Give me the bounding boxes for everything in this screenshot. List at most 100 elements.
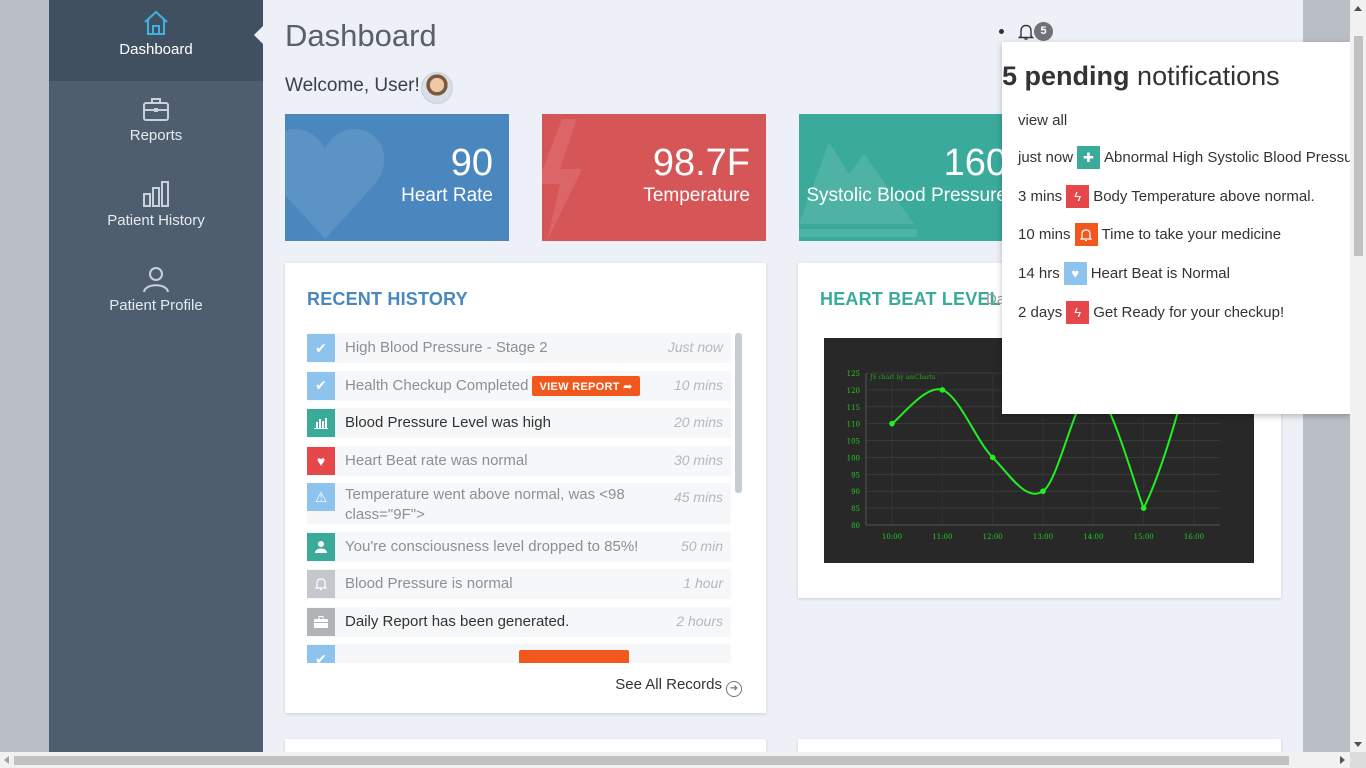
data-point bbox=[939, 387, 946, 393]
sidebar-item-reports[interactable]: Reports bbox=[49, 95, 263, 165]
y-tick-label: 95 bbox=[851, 471, 860, 479]
y-tick-label: 120 bbox=[847, 387, 860, 395]
notification-text: Heart Beat is Normal bbox=[1090, 265, 1230, 282]
x-tick-label: 13:00 bbox=[1033, 533, 1053, 541]
notifications-heading-bold: pending bbox=[1024, 61, 1130, 91]
history-list[interactable]: ✔ High Blood Pressure - Stage 2 Just now… bbox=[307, 333, 731, 663]
notification-item[interactable]: 3 mins ϟ Body Temperature above normal. bbox=[1018, 185, 1315, 208]
y-tick-label: 100 bbox=[847, 454, 860, 462]
bolt-icon bbox=[542, 119, 582, 241]
heart-beat-title: HEART BEAT LEVEL bbox=[820, 289, 1001, 309]
share-icon: ➦ bbox=[623, 380, 633, 393]
notification-time: 2 days bbox=[1018, 304, 1063, 321]
bolt-icon: ϟ bbox=[1066, 301, 1090, 324]
view-all-link[interactable]: view all bbox=[1018, 112, 1067, 129]
notification-count-badge: 5 bbox=[1034, 22, 1053, 41]
history-time: 50 min bbox=[680, 537, 723, 554]
history-time: 20 mins bbox=[673, 414, 723, 430]
notifications-heading-rest: notifications bbox=[1137, 61, 1280, 91]
systolic-bp-tile[interactable]: 160 Systolic Blood Pressure bbox=[799, 114, 1023, 241]
x-tick-label: 14:00 bbox=[1083, 533, 1103, 541]
view-report-label: VIEW REPORT bbox=[539, 380, 620, 393]
recent-history-card: RECENT HISTORY ✔ High Blood Pressure - S… bbox=[285, 263, 766, 713]
page-title: Dashboard bbox=[285, 18, 437, 53]
scrollbar-corner bbox=[1350, 752, 1366, 768]
sidebar-item-patient-profile[interactable]: Patient Profile bbox=[49, 265, 263, 335]
notification-item[interactable]: 10 mins Time to take your medicine bbox=[1018, 223, 1281, 246]
mountain-icon bbox=[799, 142, 917, 237]
history-time: 2 hours bbox=[676, 612, 723, 629]
history-text: High Blood Pressure - Stage 2 bbox=[345, 339, 548, 356]
bar-chart-icon bbox=[307, 409, 335, 437]
heart-rate-tile[interactable]: 90 Heart Rate bbox=[285, 114, 509, 241]
bottom-card-left bbox=[285, 739, 766, 752]
briefcase-icon bbox=[143, 98, 169, 121]
home-icon bbox=[144, 10, 168, 35]
horizontal-scrollbar[interactable] bbox=[0, 752, 1350, 768]
sidebar-item-dashboard[interactable]: Dashboard bbox=[49, 0, 263, 81]
list-item[interactable]: Daily Report has been generated. 2 hours bbox=[307, 606, 731, 637]
data-point bbox=[889, 420, 895, 427]
history-time: 10 mins bbox=[673, 376, 723, 393]
sidebar-item-label: Patient Profile bbox=[109, 297, 203, 314]
arrow-right-icon: ➜ bbox=[726, 681, 742, 697]
notification-text: Time to take your medicine bbox=[1101, 226, 1282, 243]
list-item[interactable]: ✔ bbox=[307, 644, 731, 663]
list-item[interactable]: Blood Pressure is normal 1 hour bbox=[307, 569, 731, 599]
bell-icon bbox=[1074, 223, 1098, 246]
bell-icon bbox=[1018, 24, 1034, 40]
avatar[interactable] bbox=[421, 72, 453, 104]
notification-text: Get Ready for your checkup! bbox=[1093, 304, 1285, 321]
scroll-right-icon[interactable] bbox=[1340, 756, 1345, 764]
notifications-heading: 5 pending notifications bbox=[1002, 61, 1280, 92]
welcome-text: Welcome, User! bbox=[285, 75, 420, 96]
view-report-button[interactable] bbox=[519, 649, 629, 663]
notification-item[interactable]: just now ✚ Abnormal High Systolic Blood … bbox=[1018, 146, 1351, 169]
x-tick-label: 15:00 bbox=[1134, 533, 1154, 541]
heart-icon: ♥ bbox=[1063, 262, 1087, 285]
scroll-left-icon[interactable] bbox=[4, 756, 9, 764]
list-item[interactable]: Blood Pressure Level was high 20 mins bbox=[307, 408, 731, 438]
user-icon bbox=[307, 532, 335, 561]
list-item[interactable]: ✔ High Blood Pressure - Stage 2 Just now bbox=[307, 333, 731, 363]
history-text: Daily Report has been generated. bbox=[345, 612, 570, 630]
x-tick-label: 10:00 bbox=[882, 533, 902, 541]
sidebar-item-label: Dashboard bbox=[119, 41, 193, 58]
plus-icon: ✚ bbox=[1077, 146, 1101, 169]
notification-bell[interactable]: 5 bbox=[999, 22, 1053, 41]
list-bullet bbox=[999, 29, 1004, 34]
heart-icon bbox=[285, 129, 385, 239]
scrollbar-thumb[interactable] bbox=[1354, 36, 1363, 256]
see-all-label: See All Records bbox=[615, 676, 722, 693]
view-report-button[interactable]: VIEW REPORT ➦ bbox=[532, 375, 640, 396]
notification-time: just now bbox=[1018, 149, 1074, 166]
history-time: 30 mins bbox=[673, 451, 723, 468]
history-text: Heart Beat rate was normal bbox=[345, 451, 528, 469]
y-tick-label: 105 bbox=[847, 438, 860, 446]
notifications-count: 5 bbox=[1002, 61, 1018, 91]
list-item[interactable]: You're consciousness level dropped to 85… bbox=[307, 531, 731, 562]
list-item[interactable]: ✔ Health Checkup Completed VIEW REPORT ➦… bbox=[307, 370, 731, 401]
notification-item[interactable]: 14 hrs ♥ Heart Beat is Normal bbox=[1018, 262, 1230, 285]
vertical-scrollbar[interactable] bbox=[1350, 0, 1366, 752]
history-time: 1 hour bbox=[683, 575, 723, 591]
recent-history-title: RECENT HISTORY bbox=[307, 289, 468, 309]
scroll-up-icon[interactable] bbox=[1354, 6, 1362, 11]
check-icon: ✔ bbox=[307, 645, 335, 663]
list-item[interactable]: ⚠ Temperature went above normal, was <98… bbox=[307, 483, 731, 524]
bottom-card-right bbox=[798, 739, 1281, 752]
notification-item[interactable]: 2 days ϟ Get Ready for your checkup! bbox=[1018, 301, 1284, 324]
data-point bbox=[1140, 505, 1147, 511]
see-all-records-link[interactable]: See All Records ➜ bbox=[615, 676, 742, 697]
scroll-down-icon[interactable] bbox=[1354, 742, 1362, 747]
history-time: 45 mins bbox=[673, 489, 723, 505]
scrollbar-thumb[interactable] bbox=[14, 756, 1289, 765]
y-tick-label: 115 bbox=[847, 404, 860, 412]
sidebar-item-patient-history[interactable]: Patient History bbox=[49, 180, 263, 250]
sidebar: Dashboard Reports Patient History Patien… bbox=[49, 0, 263, 752]
list-item[interactable]: ♥ Heart Beat rate was normal 30 mins bbox=[307, 445, 731, 476]
history-text: You're consciousness level dropped to 85… bbox=[345, 537, 639, 555]
chart-credit: JS chart by amCharts bbox=[869, 374, 935, 381]
history-scrollbar[interactable] bbox=[735, 333, 742, 493]
temperature-tile[interactable]: 98.7F Temperature bbox=[542, 114, 766, 241]
